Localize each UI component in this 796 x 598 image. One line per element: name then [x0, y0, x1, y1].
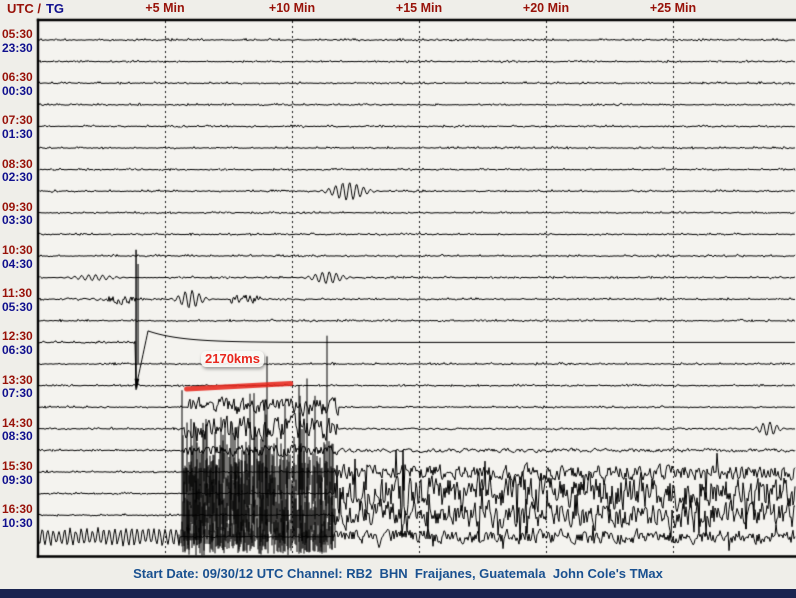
trace-time-label-local: 08:30	[2, 429, 33, 444]
trace-time-label-utc: 11:30	[2, 286, 33, 301]
utc-time-label: UTC /	[7, 1, 41, 16]
trace-time-label-utc: 07:30	[2, 113, 33, 128]
trace-time-label-utc: 15:30	[2, 459, 33, 473]
seismogram-canvas[interactable]	[0, 0, 796, 598]
trace-time-label-utc: 16:30	[2, 502, 33, 517]
trace-time-label-utc: 05:30	[2, 27, 33, 41]
trace-time-label-utc: 12:30	[2, 329, 33, 344]
trace-time-label-local: 04:30	[2, 256, 33, 271]
trace-hour-label-pair: 12:30 06:30	[2, 330, 37, 357]
trace-hour-label-pair: 13:30 07:30	[2, 372, 37, 401]
x-axis-tick-label: +25 Min	[649, 1, 697, 15]
trace-hour-label-pair: 16:30 10:30	[2, 503, 37, 530]
helicorder-window: UTC / TG +5 Min +10 Min +15 Min +20 Min +25 M…	[0, 0, 796, 598]
trace-time-label-utc: 10:30	[2, 243, 33, 257]
trace-time-label-local: 01:30	[2, 126, 33, 141]
trace-time-label-local: 00:30	[2, 83, 33, 98]
status-bar-text: Start Date: 09/30/12 UTC Channel: RB2 BH…	[133, 566, 663, 581]
trace-hour-label-pair: 14:30 08:30	[2, 415, 37, 444]
window-bottom-bar	[0, 589, 796, 598]
trace-time-label-local: 07:30	[2, 386, 33, 401]
trace-time-label-local: 06:30	[2, 342, 33, 357]
trace-time-label-local: 09:30	[2, 472, 33, 487]
trace-time-label-local: 03:30	[2, 213, 33, 228]
trace-time-label-utc: 09:30	[2, 199, 33, 214]
trace-hour-label-pair: 09:30 03:30	[2, 199, 37, 228]
trace-hour-label-pair: 10:30 04:30	[2, 243, 37, 271]
trace-time-label-local: 23:30	[2, 40, 33, 55]
trace-time-label-utc: 06:30	[2, 70, 33, 85]
trace-hour-label-pair: 08:30 02:30	[2, 156, 37, 185]
trace-time-label-utc: 14:30	[2, 415, 33, 430]
x-axis-tick-label: +15 Min	[395, 1, 443, 15]
trace-hour-label-pair: 15:30 09:30	[2, 459, 37, 487]
trace-hour-label-pair: 11:30 05:30	[2, 287, 37, 314]
trace-hour-label-pair: 06:30 00:30	[2, 71, 37, 98]
trace-hour-label-pair: 07:30 01:30	[2, 114, 37, 141]
x-axis-tick-label: +20 Min	[522, 1, 570, 15]
distance-annotation-label[interactable]: 2170kms	[201, 351, 264, 367]
trace-time-label-local: 10:30	[2, 515, 33, 530]
x-axis-tick-label: +10 Min	[268, 1, 316, 15]
x-axis-tick-label: +5 Min	[145, 1, 185, 15]
trace-time-label-utc: 13:30	[2, 372, 33, 387]
trace-time-label-utc: 08:30	[2, 156, 33, 171]
trace-time-label-local: 05:30	[2, 299, 33, 314]
trace-hour-label-pair: 05:30 23:30	[2, 27, 37, 55]
timezone-header: UTC / TG	[7, 1, 64, 16]
trace-time-label-local: 02:30	[2, 170, 33, 185]
local-tz-label: TG	[45, 1, 65, 16]
